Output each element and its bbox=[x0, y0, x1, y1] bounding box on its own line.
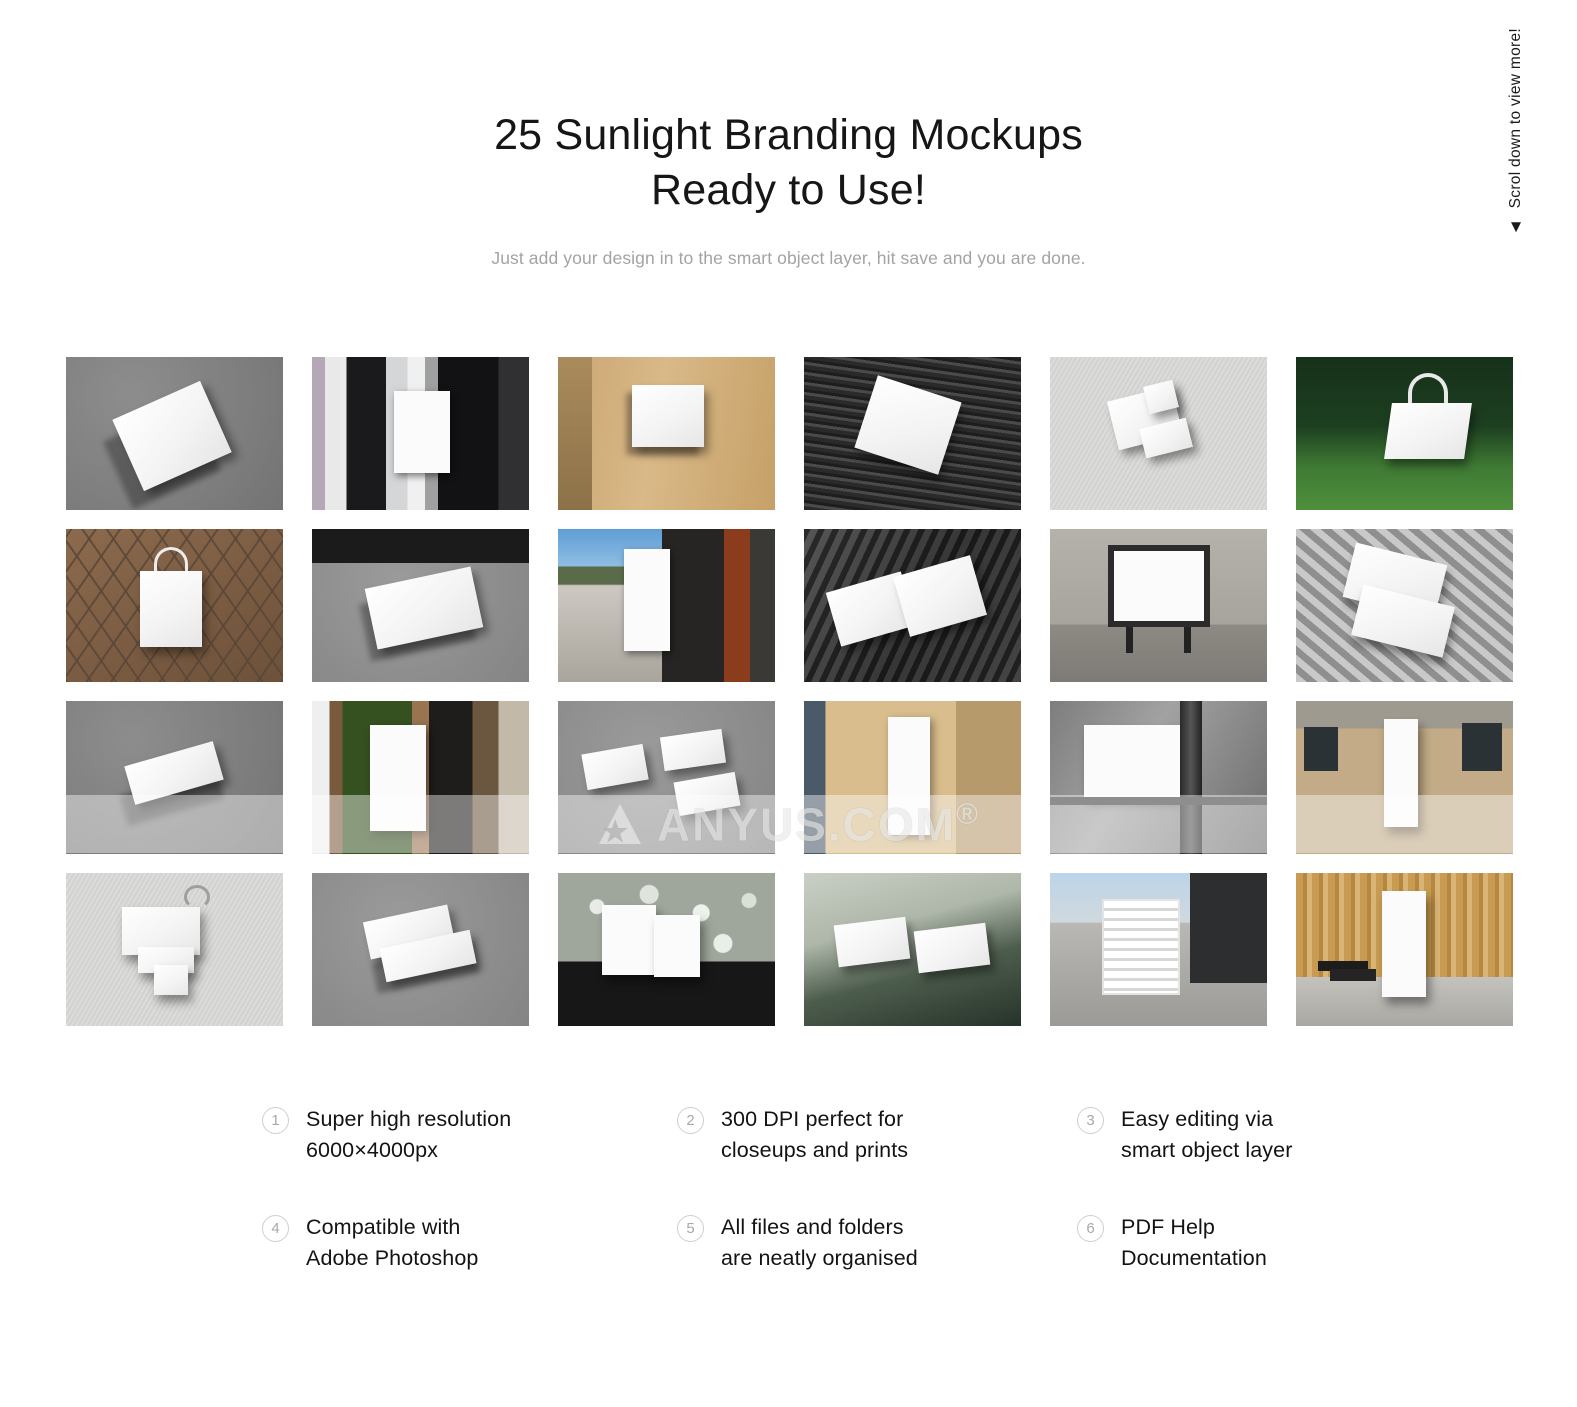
feature-line-5b: are neatly organised bbox=[721, 1246, 918, 1271]
feature-number-1: 1 bbox=[262, 1107, 289, 1134]
feature-number-3: 3 bbox=[1077, 1107, 1104, 1134]
feature-list: 1 Super high resolution 6000×4000px 2 30… bbox=[262, 1104, 1362, 1274]
gallery-tile-19[interactable] bbox=[66, 873, 283, 1026]
page-header: 25 Sunlight Branding Mockups Ready to Us… bbox=[0, 0, 1577, 269]
gallery-tile-22[interactable] bbox=[804, 873, 1021, 1026]
page-title: 25 Sunlight Branding Mockups Ready to Us… bbox=[0, 108, 1577, 218]
mockup-image-paper-on-dark-metal-grate bbox=[804, 357, 1021, 510]
page-title-line-1: 25 Sunlight Branding Mockups bbox=[494, 111, 1083, 159]
gallery-tile-6[interactable] bbox=[1296, 357, 1513, 510]
feature-label-4: Compatible with Adobe Photoshop bbox=[306, 1212, 478, 1273]
feature-item-3: 3 Easy editing via smart object layer bbox=[1077, 1104, 1362, 1165]
feature-line-6b: Documentation bbox=[1121, 1246, 1267, 1271]
feature-item-2: 2 300 DPI perfect for closeups and print… bbox=[677, 1104, 1077, 1165]
mockup-image-poster-on-concrete-pavement bbox=[312, 529, 529, 682]
mockup-image-tote-bag-on-rusty-mesh bbox=[66, 529, 283, 682]
mockup-image-poster-on-brick-facade bbox=[1296, 701, 1513, 854]
feature-line-4b: Adobe Photoshop bbox=[306, 1246, 479, 1271]
gallery-tile-1[interactable] bbox=[66, 357, 283, 510]
gallery-tile-13[interactable] bbox=[66, 701, 283, 854]
mockup-image-billboard-with-scaffold-pole bbox=[1050, 701, 1267, 854]
gallery-tile-5[interactable] bbox=[1050, 357, 1267, 510]
gallery-tile-16[interactable] bbox=[804, 701, 1021, 854]
feature-label-5: All files and folders are neatly organis… bbox=[721, 1212, 918, 1273]
mockup-image-three-cards-on-grey-wall bbox=[558, 701, 775, 854]
feature-line-3b: smart object layer bbox=[1121, 1137, 1293, 1162]
chevron-down-icon: ▼ bbox=[1507, 217, 1525, 237]
gallery-tile-21[interactable] bbox=[558, 873, 775, 1026]
gallery-tile-12[interactable] bbox=[1296, 529, 1513, 682]
gallery-tile-8[interactable] bbox=[312, 529, 529, 682]
gallery-tile-24[interactable] bbox=[1296, 873, 1513, 1026]
feature-label-2: 300 DPI perfect for closeups and prints bbox=[721, 1104, 908, 1165]
gallery-tile-14[interactable] bbox=[312, 701, 529, 854]
feature-number-2: 2 bbox=[677, 1107, 704, 1134]
feature-line-6a: PDF Help bbox=[1121, 1215, 1215, 1240]
mockup-image-business-card-stack-concrete bbox=[66, 701, 283, 854]
feature-label-3: Easy editing via smart object layer bbox=[1121, 1104, 1292, 1165]
gallery-tile-2[interactable] bbox=[312, 357, 529, 510]
gallery-tile-4[interactable] bbox=[804, 357, 1021, 510]
mockup-image-folded-stationery-on-stucco bbox=[1050, 357, 1267, 510]
feature-item-6: 6 PDF Help Documentation bbox=[1077, 1212, 1362, 1273]
feature-line-1b: 6000×4000px bbox=[306, 1137, 439, 1162]
mockup-image-cards-on-white-pebbles bbox=[558, 873, 775, 1026]
scroll-hint-label: Scrol down to view more! bbox=[1507, 28, 1524, 209]
mockup-image-hanger-and-papers-on-stucco bbox=[66, 873, 283, 1026]
mockup-image-banner-on-old-building bbox=[804, 701, 1021, 854]
gallery-tile-15[interactable] bbox=[558, 701, 775, 854]
mockup-image-framed-sign-on-brick-wall bbox=[1050, 529, 1267, 682]
mockup-image-poster-frame-on-glass-door bbox=[312, 357, 529, 510]
feature-line-5a: All files and folders bbox=[721, 1215, 904, 1240]
gallery-tile-17[interactable] bbox=[1050, 701, 1267, 854]
feature-number-6: 6 bbox=[1077, 1215, 1104, 1243]
feature-number-5: 5 bbox=[677, 1215, 704, 1243]
mockup-image-standing-sign-by-plants bbox=[312, 701, 529, 854]
mockup-image-tote-bag-on-grass bbox=[1296, 357, 1513, 510]
page-subtitle: Just add your design in to the smart obj… bbox=[491, 248, 1086, 269]
mockup-image-book-cover-on-grey-concrete bbox=[66, 357, 283, 510]
gallery-tile-20[interactable] bbox=[312, 873, 529, 1026]
gallery-tile-18[interactable] bbox=[1296, 701, 1513, 854]
mockup-image-papers-with-striped-shadow bbox=[1296, 529, 1513, 682]
gallery-tile-10[interactable] bbox=[804, 529, 1021, 682]
gallery-tile-7[interactable] bbox=[66, 529, 283, 682]
feature-line-3a: Easy editing via bbox=[1121, 1107, 1274, 1131]
feature-item-4: 4 Compatible with Adobe Photoshop bbox=[262, 1212, 677, 1273]
mockup-image-sign-on-sandstone-wall bbox=[558, 357, 775, 510]
mockup-image-standing-panel-wood-wall bbox=[1296, 873, 1513, 1026]
feature-line-2a: 300 DPI perfect for bbox=[721, 1107, 904, 1131]
mockup-image-two-cards-on-green-glass bbox=[804, 873, 1021, 1026]
feature-item-1: 1 Super high resolution 6000×4000px bbox=[262, 1104, 677, 1165]
feature-label-1: Super high resolution 6000×4000px bbox=[306, 1104, 511, 1165]
feature-line-2b: closeups and prints bbox=[721, 1137, 909, 1162]
gallery-tile-9[interactable] bbox=[558, 529, 775, 682]
mockup-image-card-stack-on-grey-concrete bbox=[312, 873, 529, 1026]
gallery-tile-3[interactable] bbox=[558, 357, 775, 510]
feature-line-1a: Super high resolution bbox=[306, 1107, 512, 1131]
scroll-hint[interactable]: Scrol down to view more! ▼ bbox=[1499, 28, 1533, 308]
gallery-tile-11[interactable] bbox=[1050, 529, 1267, 682]
mockup-image-shipping-container-street bbox=[1050, 873, 1267, 1026]
feature-number-4: 4 bbox=[262, 1215, 289, 1243]
feature-label-6: PDF Help Documentation bbox=[1121, 1212, 1267, 1273]
page-title-line-2: Ready to Use! bbox=[650, 166, 927, 215]
gallery-tile-23[interactable] bbox=[1050, 873, 1267, 1026]
feature-line-4a: Compatible with bbox=[306, 1215, 461, 1240]
feature-item-5: 5 All files and folders are neatly organ… bbox=[677, 1212, 1077, 1273]
mockup-gallery-grid bbox=[66, 357, 1513, 1026]
mockup-image-city-light-billboard-street bbox=[558, 529, 775, 682]
mockup-image-open-brochure-on-table bbox=[804, 529, 1021, 682]
